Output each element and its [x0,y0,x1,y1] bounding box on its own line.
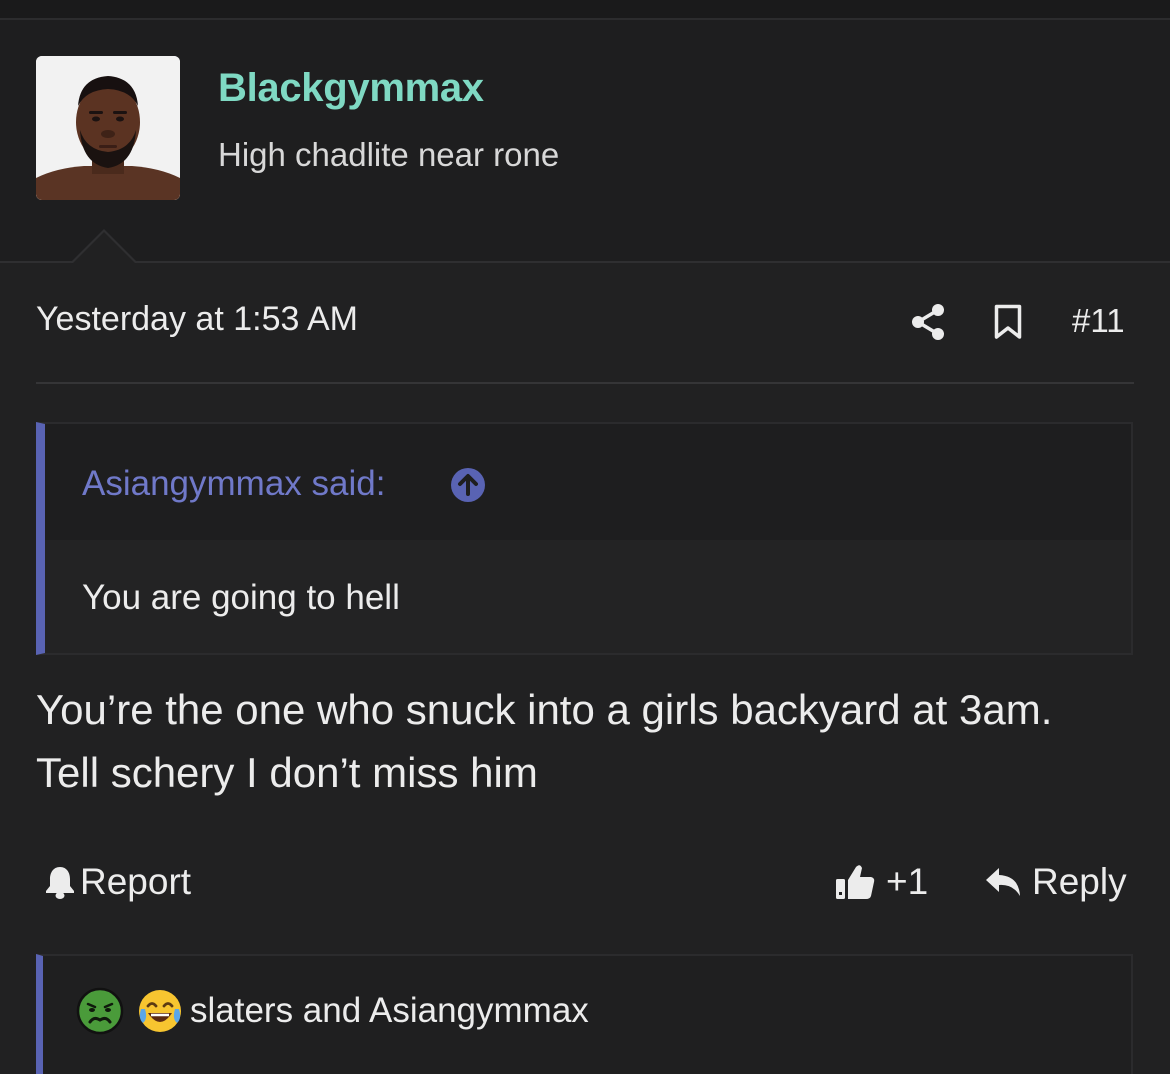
meta-divider [36,382,1134,384]
user-title: High chadlite near rone [218,136,560,173]
top-divider [0,0,1170,20]
bookmark-icon[interactable] [994,304,1022,340]
reactions-bar[interactable]: slaters and Asiangymmax [36,954,1133,1074]
reply-button[interactable]: Reply [984,858,1127,906]
quote-text: You are going to hell [82,578,400,617]
post-date[interactable]: Yesterday at 1:53 AM [36,300,358,339]
bell-icon [46,867,74,899]
header-pointer-inner [72,232,136,264]
reaction-users[interactable]: slaters and Asiangymmax [190,991,589,1031]
like-count: +1 [886,861,929,902]
avatar[interactable] [36,56,180,200]
share-icon[interactable] [910,303,946,341]
forum-post: Blackgymmax High chadlite near rone Yest… [0,20,1170,1074]
reply-arrow-icon [986,868,1020,896]
tears-of-joy-emoji-icon [139,990,181,1032]
quote-header: Asiangymmax said: [45,424,1131,540]
like-button[interactable]: +1 [834,858,928,906]
arrow-up-circle-icon[interactable] [450,467,486,503]
sick-face-emoji-icon [76,987,124,1035]
username[interactable]: Blackgymmax [218,66,484,111]
quote-block: Asiangymmax said: You are going to hell [36,422,1133,655]
report-label: Report [80,861,192,902]
user-header: Blackgymmax High chadlite near rone [0,20,1170,263]
report-button[interactable]: Report [44,858,191,906]
post-number-link[interactable]: #11 [1072,302,1125,340]
reply-label: Reply [1032,861,1127,902]
quote-author[interactable]: Asiangymmax said: [82,464,385,504]
thumbs-up-icon [836,865,875,899]
post-body: You’re the one who snuck into a girls ba… [36,686,1053,796]
